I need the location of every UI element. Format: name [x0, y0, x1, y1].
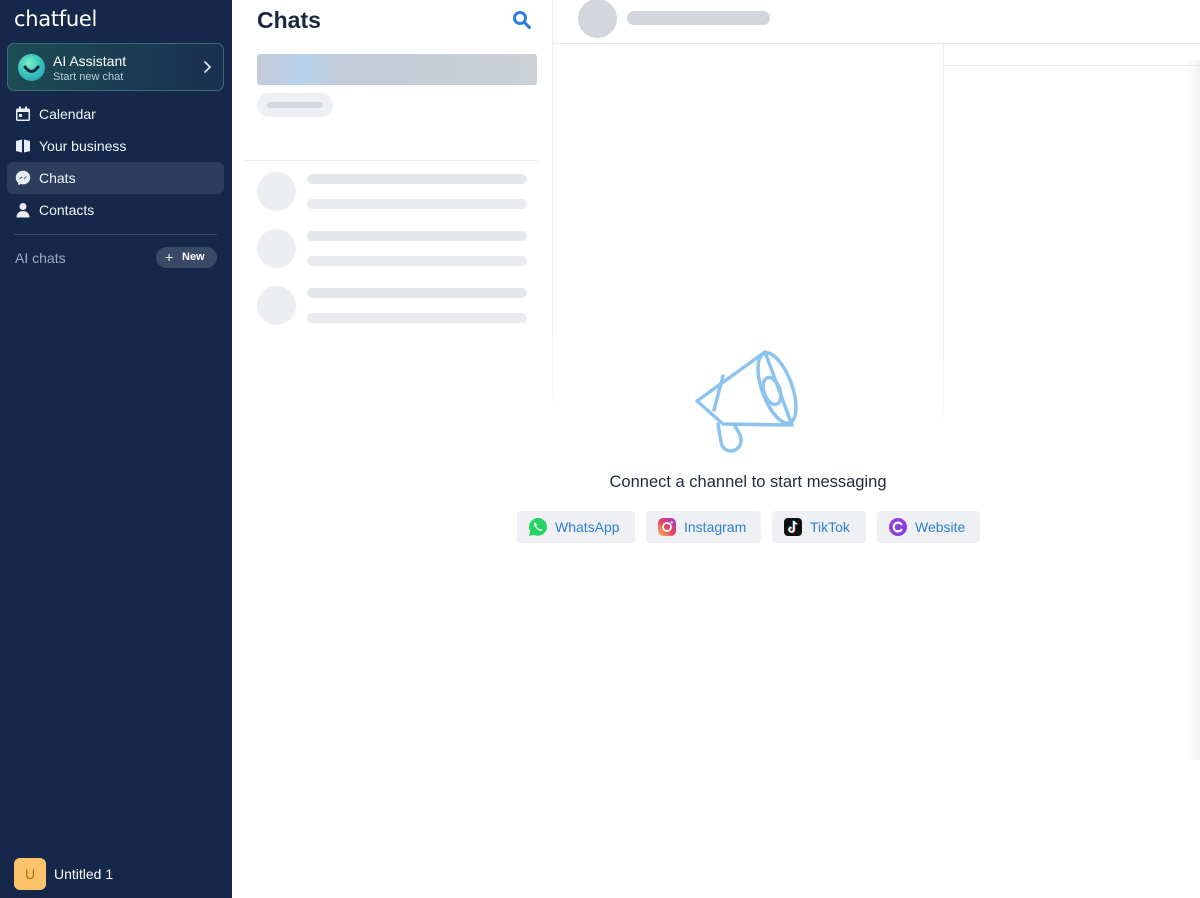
channel-label: Instagram — [684, 519, 747, 535]
ai-chats-heading: AI chats — [15, 250, 66, 266]
loading-skeleton-line — [307, 231, 527, 241]
connect-instagram-button[interactable]: Instagram — [646, 511, 761, 543]
ai-assistant-avatar-icon — [18, 54, 45, 81]
chats-list-panel: Chats — [232, 0, 552, 898]
app-root: chatfuel AI Assistant Start new chat Cal — [0, 0, 1200, 898]
whatsapp-icon — [529, 518, 547, 536]
ai-assistant-button[interactable]: AI Assistant Start new chat — [7, 43, 224, 91]
loading-skeleton-line — [307, 199, 527, 209]
sidebar-item-label: Contacts — [39, 202, 95, 218]
conversation-panel: Connect a channel to start messaging Wha… — [517, 0, 1200, 898]
loading-skeleton-filter — [257, 93, 333, 117]
user-profile[interactable]: U Untitled 1 — [14, 858, 214, 890]
loading-skeleton-avatar — [257, 229, 296, 268]
panel-header-divider — [944, 65, 1200, 66]
ai-assistant-subtitle: Start new chat — [53, 71, 124, 83]
calendar-icon — [16, 106, 30, 121]
connect-website-button[interactable]: Website — [877, 511, 980, 543]
person-icon — [16, 203, 30, 218]
loading-skeleton-avatar — [257, 286, 296, 325]
loading-skeleton-row — [257, 172, 537, 212]
loading-skeleton-avatar — [578, 0, 617, 38]
sidebar-item-label: Calendar — [39, 106, 96, 122]
sidebar-item-contacts[interactable]: Contacts — [7, 194, 224, 226]
loading-skeleton-line — [307, 174, 527, 184]
connect-tiktok-button[interactable]: TikTok — [772, 511, 866, 543]
plus-icon: + — [165, 249, 174, 265]
new-ai-chat-label: New — [182, 251, 205, 263]
empty-state-message: Connect a channel to start messaging — [609, 473, 887, 491]
loading-skeleton-row — [257, 229, 537, 269]
ai-assistant-title: AI Assistant — [53, 53, 127, 69]
new-ai-chat-button[interactable]: + New — [156, 247, 217, 268]
loading-skeleton-line — [307, 313, 527, 323]
page-title: Chats — [257, 7, 321, 33]
sidebar-item-chats[interactable]: Chats — [7, 162, 224, 194]
instagram-icon — [658, 518, 676, 536]
sidebar-item-label: Chats — [39, 170, 76, 186]
panel-divider — [552, 0, 553, 420]
loading-skeleton-line — [307, 256, 527, 266]
loading-skeleton-avatar — [257, 172, 296, 211]
megaphone-icon — [695, 350, 798, 453]
panel-divider — [943, 44, 944, 434]
sidebar-item-label: Your business — [39, 138, 127, 154]
search-icon[interactable] — [512, 10, 532, 30]
user-name: Untitled 1 — [54, 866, 114, 882]
brand-logo: chatfuel — [14, 7, 98, 31]
loading-skeleton-line — [307, 288, 527, 298]
header-divider — [552, 43, 1200, 44]
sidebar: chatfuel AI Assistant Start new chat Cal — [0, 0, 232, 898]
side-panel-shadow — [1186, 60, 1200, 760]
loading-skeleton-line — [267, 102, 323, 108]
loading-skeleton-search — [257, 54, 537, 85]
sidebar-item-calendar[interactable]: Calendar — [7, 98, 224, 130]
chevron-right-icon — [204, 61, 212, 73]
messenger-icon — [15, 170, 31, 186]
loading-skeleton-line — [627, 11, 770, 25]
book-icon — [16, 139, 30, 153]
connect-whatsapp-button[interactable]: WhatsApp — [517, 511, 635, 543]
loading-skeleton-row — [257, 286, 537, 326]
channel-label: WhatsApp — [555, 519, 620, 535]
website-icon — [889, 518, 907, 536]
channel-label: Website — [915, 519, 966, 535]
tiktok-icon — [784, 518, 802, 536]
channel-label: TikTok — [810, 519, 850, 535]
avatar: U — [14, 858, 46, 890]
sidebar-divider — [14, 234, 217, 235]
list-divider — [245, 160, 538, 161]
sidebar-item-your-business[interactable]: Your business — [7, 130, 224, 162]
